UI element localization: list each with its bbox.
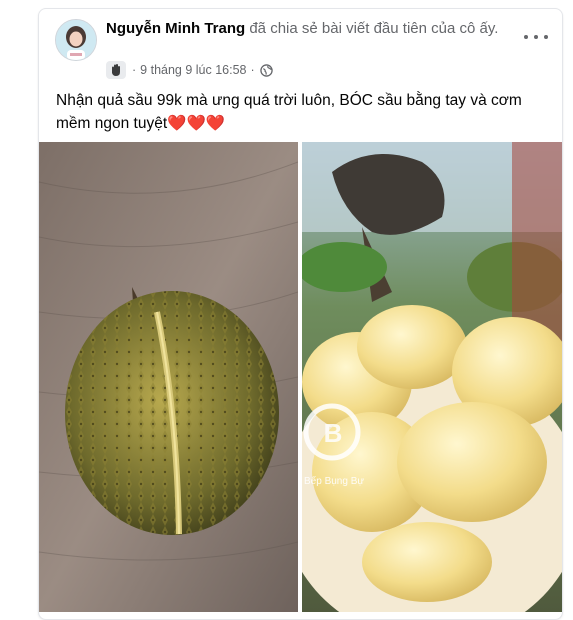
post-body-text: Nhận quả sầu 99k mà ưng quá trời luôn, B…	[56, 92, 522, 132]
author-name[interactable]: Nguyễn Minh Trang	[106, 20, 245, 37]
watermark-text: Bếp Bụng Bự	[304, 475, 364, 487]
post-header: Nguyễn Minh Trang đã chia sẻ bài viết đầ…	[106, 19, 501, 39]
heart-icons: ❤️❤️❤️	[167, 115, 226, 132]
svg-text:B: B	[324, 418, 343, 448]
post-timestamp[interactable]: 9 tháng 9 lúc 16:58	[140, 63, 246, 77]
action-text: đã chia sẻ bài viết đầu tiên của cô ấy.	[245, 20, 499, 37]
post-photo-durian-flesh[interactable]: B Bếp Bụng Bự	[302, 142, 562, 612]
separator-dot: ·	[250, 63, 255, 77]
post-card: Nguyễn Minh Trang đã chia sẻ bài viết đầ…	[38, 8, 563, 620]
post-meta: · 9 tháng 9 lúc 16:58 ·	[106, 61, 273, 79]
separator-dot: ·	[132, 63, 137, 77]
globe-icon[interactable]	[259, 63, 273, 77]
post-photo-whole-durian[interactable]	[39, 142, 298, 612]
more-options-icon[interactable]	[524, 29, 548, 45]
avatar-image	[56, 20, 96, 60]
author-avatar[interactable]	[55, 19, 97, 61]
waving-hand-icon	[106, 61, 126, 79]
post-body: Nhận quả sầu 99k mà ưng quá trời luôn, B…	[56, 89, 551, 135]
